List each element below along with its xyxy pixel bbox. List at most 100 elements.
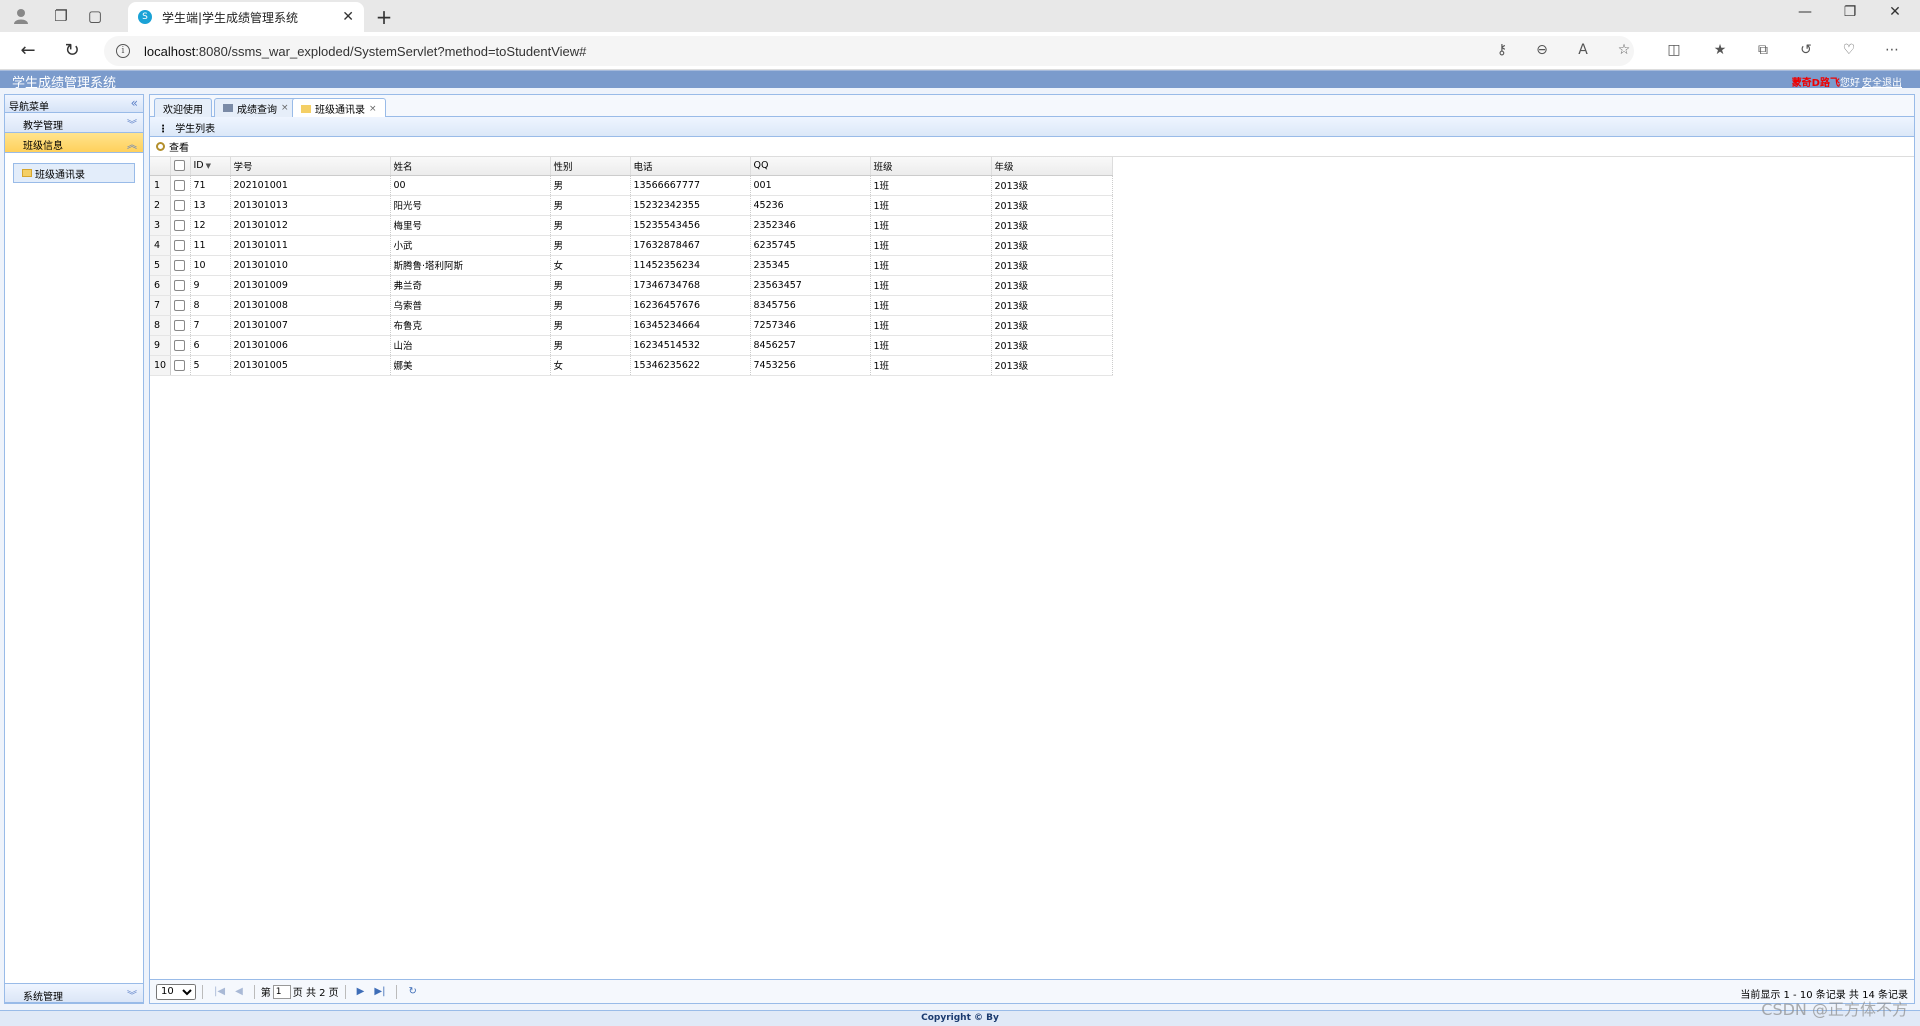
collections-toolbar-icon[interactable]: ⧉ xyxy=(1753,42,1773,58)
row-checkbox[interactable] xyxy=(170,175,191,196)
info-icon[interactable]: i xyxy=(116,44,130,58)
header-class[interactable]: 班级 xyxy=(870,157,992,176)
window-close-icon[interactable]: ✕ xyxy=(1883,4,1907,20)
tab-grade-query[interactable]: 成绩查询 × xyxy=(214,98,298,117)
cell-phone: 16345234664 xyxy=(630,315,751,336)
row-select-checkbox[interactable] xyxy=(173,319,185,331)
user-greeting: 蒙奇D路飞您好 xyxy=(1792,74,1860,89)
tab-actions-icon[interactable]: ▢ xyxy=(84,6,106,26)
row-select-checkbox[interactable] xyxy=(173,359,185,371)
cell-id: 6 xyxy=(190,335,231,356)
url-field[interactable]: i localhost:8080/ssms_war_exploded/Syste… xyxy=(104,36,1634,66)
zoom-out-icon[interactable]: ⊖ xyxy=(1532,42,1552,58)
row-select-checkbox[interactable] xyxy=(173,339,185,351)
close-tab-icon[interactable]: ✕ xyxy=(342,9,354,25)
minimize-icon[interactable]: — xyxy=(1793,4,1817,20)
row-select-checkbox[interactable] xyxy=(173,259,185,271)
page-number-input[interactable] xyxy=(272,984,291,999)
row-select-checkbox[interactable] xyxy=(173,239,185,251)
cell-grade: 2013级 xyxy=(991,235,1113,256)
read-aloud-icon[interactable]: A xyxy=(1573,42,1593,58)
history-icon[interactable]: ↺ xyxy=(1796,42,1816,58)
row-checkbox[interactable] xyxy=(170,215,191,236)
cell-phone: 11452356234 xyxy=(630,255,751,276)
table-row[interactable]: 3 12 201301012 梅里号男 15235543456 2352346 1班 2013… xyxy=(150,215,1113,236)
logout-link[interactable]: 安全退出 xyxy=(1862,74,1902,89)
expand-down-icon: ︾ xyxy=(127,991,137,1002)
restore-icon[interactable]: ❐ xyxy=(1838,4,1862,20)
header-id[interactable]: ID ▼ xyxy=(190,157,231,176)
row-select-checkbox[interactable] xyxy=(173,219,185,231)
tab-class-contacts[interactable]: 班级通讯录 × xyxy=(292,98,386,118)
tree-item-class-contacts[interactable]: 班级通讯录 xyxy=(13,163,135,183)
header-phone[interactable]: 电话 xyxy=(630,157,751,176)
next-page-icon[interactable]: ▶ xyxy=(357,986,365,997)
split-screen-icon[interactable]: ◫ xyxy=(1664,42,1684,58)
more-menu-icon[interactable]: ⋯ xyxy=(1882,42,1902,58)
tab-welcome[interactable]: 欢迎使用 xyxy=(154,98,212,117)
table-row[interactable]: 8 7 201301007 布鲁克男 16345234664 7257346 1班 2013级 xyxy=(150,315,1113,336)
cell-student-no: 201301010 xyxy=(230,255,391,276)
first-page-icon[interactable]: |◀ xyxy=(214,986,225,997)
profile-icon[interactable] xyxy=(10,6,32,26)
cell-phone: 15232342355 xyxy=(630,195,751,216)
performance-icon[interactable]: ♡ xyxy=(1839,42,1859,58)
refresh-icon[interactable]: ↻ xyxy=(60,39,84,63)
view-button[interactable]: 查看 xyxy=(156,139,189,154)
reload-icon[interactable]: ↻ xyxy=(408,986,416,997)
collections-icon[interactable]: ❐ xyxy=(50,6,72,26)
menu-teaching-label: 教学管理 xyxy=(23,121,63,132)
divider xyxy=(202,984,203,999)
prev-page-icon[interactable]: ◀ xyxy=(235,986,243,997)
table-row[interactable]: 6 9 201301009 弗兰奇男 17346734768 23563457 1班 2013… xyxy=(150,275,1113,296)
favorites-icon[interactable]: ★ xyxy=(1710,42,1730,58)
table-row[interactable]: 5 10 201301010 斯腾鲁·塔利阿斯女 11452356234 235345 1班… xyxy=(150,255,1113,276)
select-all-checkbox[interactable] xyxy=(173,160,185,172)
favorite-star-icon[interactable]: ☆ xyxy=(1614,42,1634,58)
row-checkbox[interactable] xyxy=(170,335,191,356)
browser-tab-active[interactable]: S 学生端|学生成绩管理系统 ✕ xyxy=(128,2,364,32)
table-row[interactable]: 10 5 201301005 娜美女 15346235622 7453256 1班 2013级 xyxy=(150,355,1113,376)
table-row[interactable]: 9 6 201301006 山治男 16234514532 8456257 1班 2013级 xyxy=(150,335,1113,356)
last-page-icon[interactable]: ▶| xyxy=(374,986,385,997)
row-checkbox[interactable] xyxy=(170,195,191,216)
cell-name: 小武 xyxy=(390,235,551,256)
row-select-checkbox[interactable] xyxy=(173,199,185,211)
header-checkbox[interactable] xyxy=(170,157,191,176)
menu-class-info[interactable]: 班级信息 ︽ xyxy=(5,133,143,153)
header-student-no[interactable]: 学号 xyxy=(230,157,391,176)
cell-gender: 男 xyxy=(550,235,631,256)
page-size-select[interactable]: 10 xyxy=(156,983,196,1000)
collapse-panel-icon[interactable]: « xyxy=(131,96,138,110)
cell-class: 1班 xyxy=(870,235,992,256)
menu-system[interactable]: 系统管理 ︾ xyxy=(5,983,143,1003)
row-checkbox[interactable] xyxy=(170,315,191,336)
menu-teaching[interactable]: 教学管理 ︾ xyxy=(5,113,143,133)
cell-id: 11 xyxy=(190,235,231,256)
cell-name: 梅里号 xyxy=(390,215,551,236)
close-tab-icon[interactable]: × xyxy=(281,103,289,113)
row-select-checkbox[interactable] xyxy=(173,179,185,191)
app-header: 学生成绩管理系统 蒙奇D路飞您好 安全退出 xyxy=(0,70,1920,91)
table-row[interactable]: 2 13 201301013 阳光号男 15232342355 45236 1班 2013级 xyxy=(150,195,1113,216)
row-checkbox[interactable] xyxy=(170,355,191,376)
row-select-checkbox[interactable] xyxy=(173,299,185,311)
new-tab-icon[interactable]: + xyxy=(372,5,396,29)
header-gender[interactable]: 性别 xyxy=(550,157,631,176)
row-checkbox[interactable] xyxy=(170,295,191,316)
header-qq[interactable]: QQ xyxy=(750,157,871,176)
row-checkbox[interactable] xyxy=(170,275,191,296)
close-tab-icon[interactable]: × xyxy=(369,104,377,114)
back-icon[interactable]: ← xyxy=(16,39,40,63)
row-select-checkbox[interactable] xyxy=(173,279,185,291)
table-row[interactable]: 7 8 201301008 乌索普男 16236457676 8345756 1班 2013级 xyxy=(150,295,1113,316)
row-checkbox[interactable] xyxy=(170,235,191,256)
key-icon[interactable]: ⚷ xyxy=(1492,42,1512,58)
cell-id: 7 xyxy=(190,315,231,336)
row-checkbox[interactable] xyxy=(170,255,191,276)
header-grade[interactable]: 年级 xyxy=(991,157,1113,176)
header-rownum xyxy=(150,157,171,176)
header-name[interactable]: 姓名 xyxy=(390,157,551,176)
table-row[interactable]: 4 11 201301011 小武男 17632878467 6235745 1班 2013级 xyxy=(150,235,1113,256)
table-row[interactable]: 1 71 202101001 00 男 13566667777 001 1班 2013级 xyxy=(150,175,1113,196)
